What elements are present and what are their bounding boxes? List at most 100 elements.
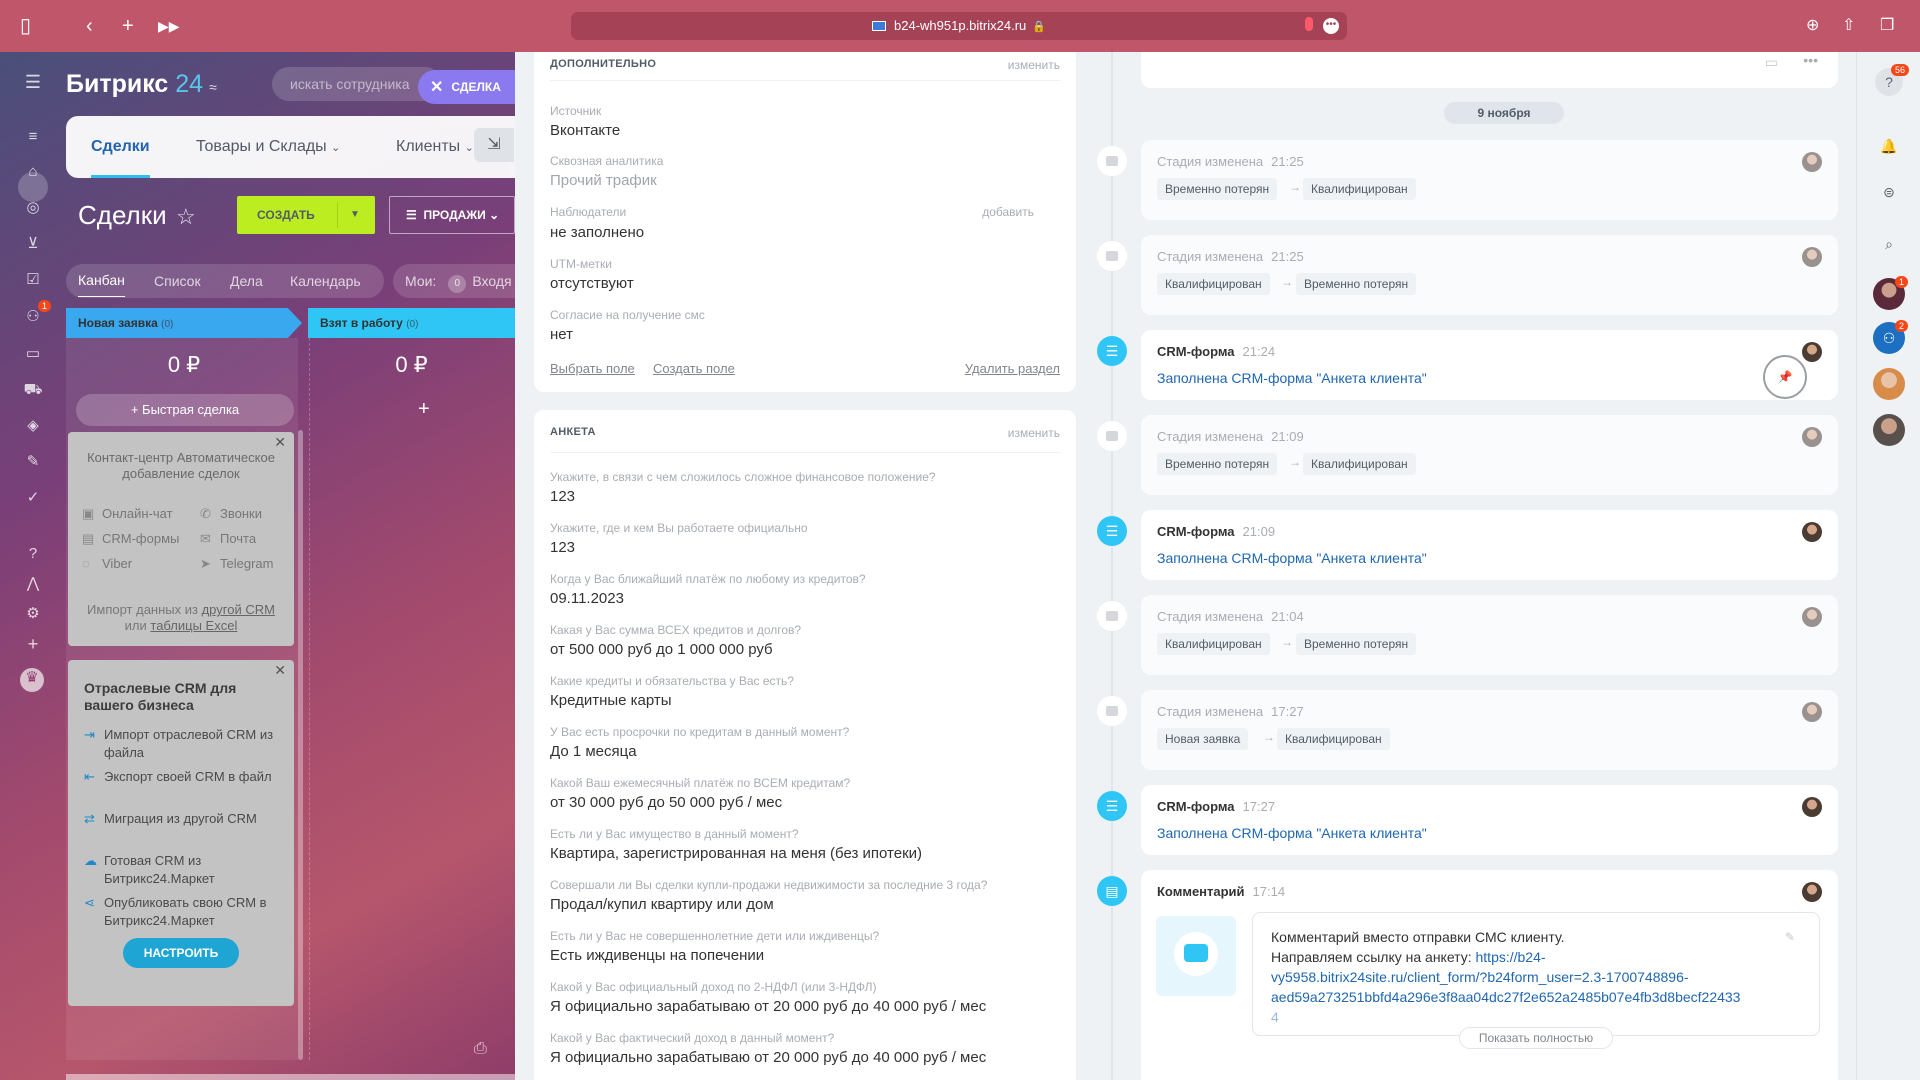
- configure-button[interactable]: НАСТРОИТЬ: [123, 938, 239, 968]
- car-icon[interactable]: ⛟: [23, 380, 43, 400]
- share-icon[interactable]: ⇧: [1842, 14, 1855, 38]
- settings-icon[interactable]: ⚙: [23, 604, 43, 624]
- pin-icon[interactable]: 📌: [1763, 355, 1807, 399]
- add-icon[interactable]: +: [23, 634, 43, 654]
- print-icon[interactable]: ⎙: [474, 1040, 487, 1058]
- cc-item-calls[interactable]: ✆ Звонки: [200, 506, 262, 522]
- view-kanban[interactable]: Канбан: [78, 264, 125, 297]
- horizontal-scrollbar[interactable]: [66, 1074, 515, 1080]
- avatar[interactable]: [1873, 368, 1905, 400]
- crm-form-link[interactable]: Заполнена CRM-форма "Анкета клиента": [1157, 550, 1427, 566]
- industry-item[interactable]: ⇄ Миграция из другой CRM: [84, 810, 284, 828]
- industry-item[interactable]: ☁ Готовая CRM из Битрикс24.Маркет: [84, 852, 284, 888]
- crm-form-link[interactable]: Заполнена CRM-форма "Анкета клиента": [1157, 370, 1427, 386]
- edit-section-link[interactable]: изменить: [1008, 426, 1060, 440]
- comment-link[interactable]: aed59a273251bbfd4a296e3f8aa04dc27f2e652a…: [1271, 989, 1740, 1005]
- cc-item-forms[interactable]: ▤ CRM-формы: [82, 531, 179, 547]
- timeline-stage-item[interactable]: Стадия изменена 21:25 Квалифицирован → Вр…: [1141, 235, 1838, 315]
- filter-icon[interactable]: ≡: [23, 127, 43, 147]
- industry-item[interactable]: ⇤ Экспорт своей CRM в файл: [84, 768, 284, 786]
- field-value[interactable]: 09.11.2023: [550, 590, 624, 607]
- field-value[interactable]: Вконтакте: [550, 122, 620, 139]
- tab-products[interactable]: Товары и Склады ⌄: [196, 116, 340, 178]
- view-activities[interactable]: Дела: [230, 264, 263, 298]
- kanban-column-header[interactable]: Новая заявка (0): [66, 308, 302, 338]
- field-value[interactable]: нет: [550, 326, 573, 343]
- crown-icon[interactable]: ♛: [20, 668, 44, 692]
- comment-link[interactable]: 4: [1271, 1009, 1279, 1025]
- delete-section-link[interactable]: Удалить раздел: [965, 361, 1060, 376]
- timeline-stage-item[interactable]: Стадия изменена 17:27 Новая заявка → Квал…: [1141, 690, 1838, 770]
- field-value[interactable]: Есть иждивенцы на попечении: [550, 947, 764, 964]
- import-excel-link[interactable]: таблицы Excel: [150, 618, 237, 633]
- view-calendar[interactable]: Календарь: [290, 264, 361, 298]
- sitemap-icon[interactable]: ⋀: [23, 574, 43, 594]
- tasks-icon[interactable]: ☑: [23, 270, 43, 290]
- field-value[interactable]: Квартира, зарегистрированная на меня (бе…: [550, 845, 922, 862]
- choose-field-link[interactable]: Выбрать поле: [550, 361, 635, 376]
- cc-item-chat[interactable]: ▣ Онлайн-чат: [82, 506, 173, 522]
- timeline-form-item[interactable]: CRM-форма 17:27 Заполнена CRM-форма "Анке…: [1141, 785, 1838, 855]
- search-icon[interactable]: ⌕: [1875, 230, 1903, 258]
- dropdown-arrow-icon[interactable]: ▼: [350, 196, 360, 234]
- help-icon[interactable]: ?: [23, 544, 43, 564]
- bell-icon[interactable]: 🔔: [1875, 132, 1903, 160]
- timeline-form-item[interactable]: CRM-форма 21:24 Заполнена CRM-форма "Анке…: [1141, 330, 1838, 400]
- avatar[interactable]: [1802, 522, 1822, 542]
- field-value[interactable]: До 1 месяца: [550, 743, 637, 760]
- add-observer-link[interactable]: добавить: [982, 205, 1034, 219]
- my-counters[interactable]: Мои: 0 Входя: [393, 264, 515, 298]
- download-icon[interactable]: ⊕: [1806, 14, 1819, 38]
- box-icon[interactable]: ◈: [23, 416, 43, 436]
- avatar[interactable]: [1802, 797, 1822, 817]
- sign-icon[interactable]: ✎: [23, 452, 43, 472]
- address-bar[interactable]: b24-wh951p.bitrix24.ru 🔒 •••: [571, 12, 1347, 40]
- tabs-overview-icon[interactable]: ❐: [1880, 14, 1894, 38]
- edit-section-link[interactable]: изменить: [1008, 58, 1060, 72]
- create-field-link[interactable]: Создать поле: [653, 361, 735, 376]
- timeline-form-item[interactable]: CRM-форма 21:09 Заполнена CRM-форма "Анке…: [1141, 510, 1838, 580]
- comment-link[interactable]: vy5958.bitrix24site.ru/client_form/?b24f…: [1271, 969, 1689, 985]
- field-value[interactable]: Продал/купил квартиру или дом: [550, 896, 774, 913]
- search-input[interactable]: искать сотрудника: [272, 67, 442, 101]
- avatar[interactable]: [1802, 607, 1822, 627]
- bank-icon[interactable]: ⌂: [23, 162, 43, 182]
- field-value[interactable]: 123: [550, 488, 575, 505]
- timeline-comment-item[interactable]: Комментарий 17:14 Комментарий вместо отпр…: [1141, 870, 1838, 1080]
- contact-card-icon[interactable]: ▭: [23, 344, 43, 364]
- cc-item-mail[interactable]: ✉ Почта: [200, 531, 256, 547]
- cart-icon[interactable]: ⊻: [23, 234, 43, 254]
- avatar[interactable]: [1802, 152, 1822, 172]
- pipeline-select[interactable]: ☰ ПРОДАЖИ ⌄: [389, 196, 515, 234]
- cc-item-viber[interactable]: ◌ Viber: [82, 556, 132, 571]
- kanban-scrollbar[interactable]: [298, 430, 303, 1060]
- crm-form-link[interactable]: Заполнена CRM-форма "Анкета клиента": [1157, 825, 1427, 841]
- avatar[interactable]: [1873, 414, 1905, 446]
- new-tab-icon[interactable]: +: [122, 14, 134, 38]
- cc-item-telegram[interactable]: ➤ Telegram: [200, 556, 273, 572]
- import-other-crm-link[interactable]: другой CRM: [202, 602, 275, 617]
- field-value[interactable]: от 30 000 руб до 50 000 руб / мес: [550, 794, 782, 811]
- field-value[interactable]: Я официально зарабатываю от 20 000 руб д…: [550, 1049, 986, 1066]
- avatar[interactable]: [1802, 702, 1822, 722]
- field-value[interactable]: не заполнено: [550, 224, 644, 241]
- avatar[interactable]: [1802, 342, 1822, 362]
- media-icon[interactable]: ▶▶: [158, 14, 180, 38]
- avatar[interactable]: [1802, 427, 1822, 447]
- show-full-button[interactable]: Показать полностью: [1459, 1027, 1613, 1049]
- add-deal-plus-button[interactable]: +: [418, 398, 430, 421]
- create-button[interactable]: СОЗДАТЬ ▼: [237, 196, 375, 234]
- menu-icon[interactable]: ☰: [23, 72, 43, 92]
- sidebar-toggle-icon[interactable]: ▯: [20, 14, 31, 38]
- deal-slider-tag[interactable]: ✕ СДЕЛКА: [418, 70, 516, 104]
- more-icon[interactable]: •••: [1803, 52, 1818, 68]
- field-value[interactable]: Кредитные карты: [550, 692, 672, 709]
- tab-clients[interactable]: Клиенты ⌄: [396, 116, 474, 178]
- check-circle-icon[interactable]: ✓: [23, 488, 43, 508]
- close-icon[interactable]: ✕: [274, 434, 286, 451]
- field-value[interactable]: отсутствуют: [550, 275, 634, 292]
- target-icon[interactable]: ◎: [23, 198, 43, 218]
- note-icon[interactable]: ▭: [1765, 54, 1778, 71]
- back-icon[interactable]: ‹: [86, 14, 93, 38]
- edit-pencil-icon[interactable]: ✎: [1785, 927, 1795, 947]
